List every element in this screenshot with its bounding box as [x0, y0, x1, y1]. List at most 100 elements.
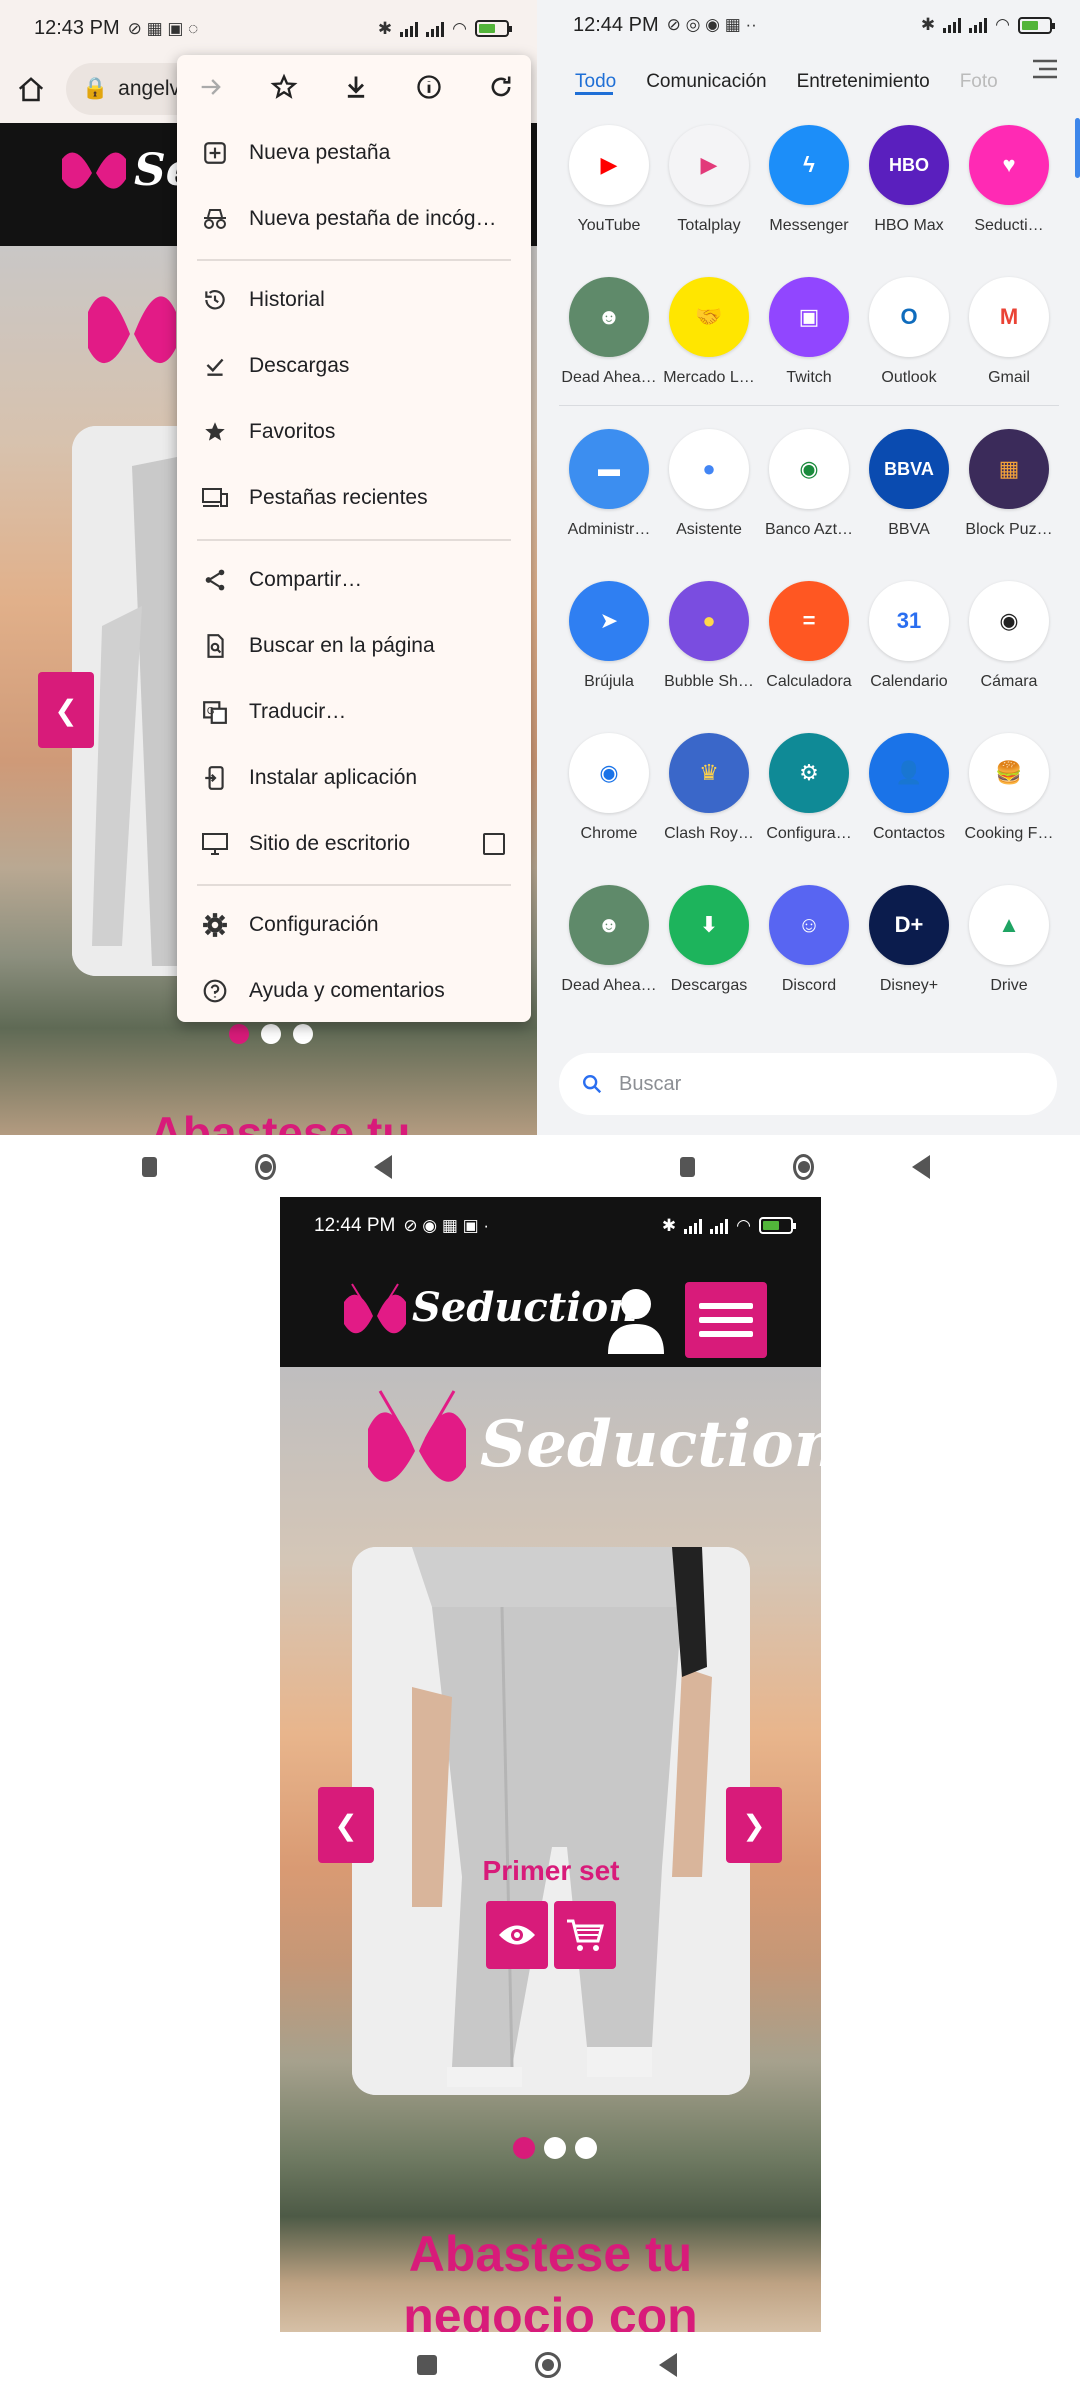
back-button[interactable]: [374, 1155, 392, 1179]
hero-bra-logo-icon: [88, 296, 176, 364]
back-button[interactable]: [912, 1155, 930, 1179]
menu-item-label: Descargas: [249, 354, 350, 377]
app-tile[interactable]: ● Asistente: [659, 429, 759, 539]
view-product-button[interactable]: [486, 1901, 548, 1969]
app-tile[interactable]: ☻ Dead Ahea…: [559, 885, 659, 995]
home-icon[interactable]: [16, 75, 46, 105]
status-time: 12:44 PM: [314, 1214, 396, 1236]
home-button[interactable]: [535, 2352, 561, 2378]
bookmark-star-icon[interactable]: [270, 73, 298, 101]
app-icon: ⬇: [669, 885, 749, 965]
app-tile[interactable]: O Outlook: [859, 277, 959, 387]
scrollbar-thumb[interactable]: [1075, 118, 1080, 178]
app-tile[interactable]: ◉ Banco Azt…: [759, 429, 859, 539]
hamburger-menu-button[interactable]: [685, 1282, 767, 1358]
menu-item-downloads[interactable]: Descargas: [177, 338, 531, 394]
app-tile[interactable]: = Calculadora: [759, 581, 859, 691]
app-tile[interactable]: ⬇ Descargas: [659, 885, 759, 995]
menu-item-help[interactable]: Ayuda y comentarios: [177, 963, 531, 1019]
add-to-cart-button[interactable]: [554, 1901, 616, 1969]
app-tile[interactable]: ▲ Drive: [959, 885, 1059, 995]
menu-item-translate[interactable]: G Traducir…: [177, 684, 531, 740]
download-icon[interactable]: [342, 73, 370, 101]
app-icon: ▲: [969, 885, 1049, 965]
carousel-dot-2[interactable]: [261, 1024, 281, 1044]
menu-item-history[interactable]: Historial: [177, 272, 531, 328]
recents-button[interactable]: [142, 1157, 157, 1177]
app-tile[interactable]: ⚙ Configura…: [759, 733, 859, 843]
menu-item-new-tab[interactable]: Nueva pestaña: [177, 125, 531, 181]
app-tile[interactable]: 👤 Contactos: [859, 733, 959, 843]
menu-item-bookmarks[interactable]: Favoritos: [177, 404, 531, 460]
menu-item-label: Ayuda y comentarios: [249, 979, 445, 1002]
tab-entretenimiento[interactable]: Entretenimiento: [797, 71, 930, 93]
menu-item-install-app[interactable]: Instalar aplicación: [177, 750, 531, 806]
tab-comunicacion[interactable]: Comunicación: [646, 71, 766, 93]
app-tile[interactable]: ◉ Cámara: [959, 581, 1059, 691]
reload-icon[interactable]: [487, 73, 515, 101]
bra-logo-icon: [62, 152, 126, 189]
menu-item-label: Historial: [249, 288, 325, 311]
app-tile[interactable]: HBO HBO Max: [859, 125, 959, 235]
status-time: 12:43 PM: [34, 17, 120, 39]
tab-foto[interactable]: Foto: [960, 71, 998, 93]
carousel-prev-button[interactable]: ❮: [318, 1787, 374, 1863]
menu-item-incognito[interactable]: Nueva pestaña de incóg…: [177, 191, 531, 247]
app-tile[interactable]: ▶ YouTube: [559, 125, 659, 235]
app-tile[interactable]: ϟ Messenger: [759, 125, 859, 235]
carousel-dot-1[interactable]: [229, 1024, 249, 1044]
menu-item-label: Sitio de escritorio: [249, 832, 411, 855]
app-tile[interactable]: ▣ Twitch: [759, 277, 859, 387]
app-label: Calculadora: [766, 673, 852, 690]
app-tile[interactable]: ▦ Block Puz…: [959, 429, 1059, 539]
browser-overflow-menu: Nueva pestaña Nueva pestaña de incóg… Hi…: [177, 55, 531, 1022]
product-card[interactable]: Primer set: [352, 1547, 750, 2095]
app-search-input[interactable]: Buscar: [559, 1053, 1057, 1115]
app-tile[interactable]: ◉ Chrome: [559, 733, 659, 843]
menu-item-recent-tabs[interactable]: Pestañas recientes: [177, 470, 531, 526]
app-tile[interactable]: 🤝 Mercado L…: [659, 277, 759, 387]
user-account-icon[interactable]: [606, 1286, 666, 1356]
app-tile[interactable]: 31 Calendario: [859, 581, 959, 691]
menu-item-label: Favoritos: [249, 420, 336, 443]
carousel-next-button[interactable]: ❯: [726, 1787, 782, 1863]
app-tile[interactable]: ▬ Administr…: [559, 429, 659, 539]
carousel-dot-3[interactable]: [575, 2137, 597, 2159]
carousel-dot-1[interactable]: [513, 2137, 535, 2159]
home-button[interactable]: [793, 1154, 814, 1180]
app-tile[interactable]: ▶ Totalplay: [659, 125, 759, 235]
forward-icon[interactable]: [197, 73, 225, 101]
menu-item-find-in-page[interactable]: Buscar en la página: [177, 618, 531, 674]
app-tile[interactable]: ☺ Discord: [759, 885, 859, 995]
carousel-dot-3[interactable]: [293, 1024, 313, 1044]
app-tile[interactable]: ☻ Dead Ahea…: [559, 277, 659, 387]
app-tile[interactable]: ♛ Clash Roy…: [659, 733, 759, 843]
menu-item-settings[interactable]: Configuración: [177, 897, 531, 953]
carousel-prev-button[interactable]: ❮: [38, 672, 94, 748]
recents-button[interactable]: [680, 1157, 695, 1177]
brand-logo-text[interactable]: Seduction: [412, 1284, 637, 1331]
back-button[interactable]: [659, 2353, 677, 2377]
home-button[interactable]: [255, 1154, 276, 1180]
app-tile[interactable]: D+ Disney+: [859, 885, 959, 995]
info-icon[interactable]: [415, 73, 443, 101]
menu-lines-icon[interactable]: [1031, 58, 1059, 80]
app-tile[interactable]: BBVA BBVA: [859, 429, 959, 539]
tab-todo[interactable]: Todo: [575, 71, 616, 93]
app-tile[interactable]: ● Bubble Sh…: [659, 581, 759, 691]
app-tile[interactable]: ♥ Seducti…: [959, 125, 1059, 235]
menu-item-share[interactable]: Compartir…: [177, 552, 531, 608]
desktop-site-checkbox[interactable]: [483, 833, 505, 855]
carousel-dot-2[interactable]: [544, 2137, 566, 2159]
menu-item-desktop-site[interactable]: Sitio de escritorio: [177, 816, 531, 872]
menu-item-label: Nueva pestaña: [249, 141, 391, 164]
app-tile[interactable]: 🍔 Cooking F…: [959, 733, 1059, 843]
hamburger-line: [699, 1331, 753, 1337]
search-placeholder: Buscar: [619, 1072, 682, 1095]
recents-button[interactable]: [417, 2355, 437, 2375]
app-tile[interactable]: ➤ Brújula: [559, 581, 659, 691]
app-tile[interactable]: M Gmail: [959, 277, 1059, 387]
menu-divider: [197, 259, 511, 261]
category-tabs: Todo Comunicación Entretenimiento Foto: [537, 50, 1080, 114]
hamburger-line: [699, 1317, 753, 1323]
